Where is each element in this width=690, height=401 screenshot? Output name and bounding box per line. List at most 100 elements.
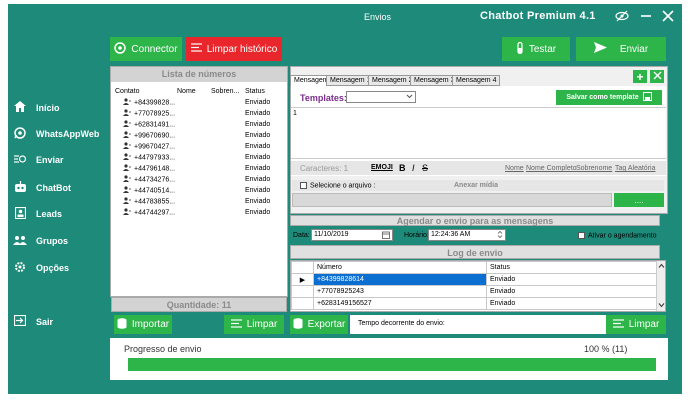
chevron-down-icon <box>406 92 413 102</box>
table-row[interactable]: ▶ +84399828614 Enviado <box>291 273 657 286</box>
link-tag-aleatoria[interactable]: Tag Aleatória <box>615 165 655 172</box>
user-icon <box>123 131 131 140</box>
log-scrollbar[interactable] <box>656 261 665 311</box>
progress-value: 100 % (11) <box>584 344 628 354</box>
clear-history-button[interactable]: Limpar histórico <box>186 37 282 61</box>
sidebar-item-inicio[interactable]: Início <box>8 97 108 119</box>
log-table[interactable]: Número Status ▶ +84399828614 Enviado +77078… <box>291 261 657 310</box>
user-icon <box>123 175 131 184</box>
whatsapp-icon <box>114 41 127 57</box>
list-item[interactable]: +77078925... Enviado <box>115 108 285 119</box>
table-header-row: Número Status <box>291 261 657 274</box>
minimize-icon[interactable] <box>640 10 652 24</box>
message-textarea[interactable]: 1 <box>291 107 666 159</box>
lines-icon <box>230 318 242 331</box>
attach-media-label: Anexar mídia <box>454 182 498 189</box>
list-item[interactable]: +44740514... Enviado <box>115 185 285 196</box>
tab-mensagem-4[interactable]: Mensagem 4 <box>452 75 501 86</box>
add-message-button[interactable]: + <box>633 69 647 84</box>
date-picker[interactable]: 11/10/2019 <box>311 229 393 241</box>
sidebar-item-label: Leads <box>36 209 63 219</box>
file-path-field[interactable] <box>292 193 612 207</box>
import-button[interactable]: Importar <box>114 315 172 334</box>
scroll-up-icon[interactable] <box>658 262 665 271</box>
char-count: Caracteres: 1 <box>300 164 349 173</box>
list-item[interactable]: +44783855... Enviado <box>115 196 285 207</box>
calendar-icon <box>382 231 390 241</box>
list-item[interactable]: +44734276... Enviado <box>115 174 285 185</box>
user-icon <box>123 98 131 107</box>
activate-schedule-checkbox[interactable]: Ativar o agendamento <box>578 232 657 239</box>
log-header: Log de envio <box>290 245 660 259</box>
number-list-header: Lista de números <box>111 67 287 82</box>
select-file-checkbox[interactable]: Selecione o arquivo : <box>300 182 375 189</box>
clear-numbers-button[interactable]: Limpar <box>224 315 284 334</box>
sidebar-item-opcoes[interactable]: Opções <box>8 257 108 279</box>
progress-panel: Progresso de envio 100 % (11) <box>110 338 668 380</box>
save-template-button[interactable]: Salvar como template <box>556 90 662 105</box>
sidebar-item-enviar[interactable]: Enviar <box>8 149 108 171</box>
number-table[interactable]: Contato Nome Sobren... Status +84399828.… <box>115 86 285 218</box>
time-label: Horário: <box>404 232 429 239</box>
send-button[interactable]: Enviar <box>576 37 666 61</box>
sidebar-item-label: Opções <box>36 263 70 273</box>
link-nome-completo[interactable]: Nome Completo <box>526 165 577 172</box>
sidebar-item-label: Sair <box>36 317 54 327</box>
sidebar-item-sair[interactable]: Sair <box>8 311 108 333</box>
italic-button[interactable]: I <box>412 163 415 173</box>
user-icon <box>123 153 131 162</box>
number-list-panel: Lista de números Contato Nome Sobren... … <box>110 66 288 297</box>
list-item[interactable]: +44797933... Enviado <box>115 152 285 163</box>
remove-message-button[interactable] <box>650 70 664 83</box>
whatsapp-icon <box>12 126 28 142</box>
user-icon <box>123 186 131 195</box>
sidebar-item-whatsappweb[interactable]: WhatsAppWeb <box>8 123 108 145</box>
sidebar-item-grupos[interactable]: Grupos <box>8 230 108 252</box>
clear-log-button[interactable]: Limpar <box>606 315 666 334</box>
table-row[interactable]: +77078925243 Enviado <box>291 285 657 298</box>
database-icon <box>117 317 127 332</box>
sidebar-item-label: Enviar <box>36 155 64 165</box>
sidebar-item-leads[interactable]: Leads <box>8 203 108 225</box>
link-nome[interactable]: Nome <box>505 165 524 172</box>
list-item[interactable]: +62831491... Enviado <box>115 119 285 130</box>
browse-button[interactable]: .... <box>614 193 664 207</box>
sidebar-item-label: Grupos <box>36 236 69 246</box>
test-button[interactable]: Testar <box>502 37 570 61</box>
test-tube-icon <box>516 41 524 57</box>
quantity-label: Quantidade: 11 <box>111 297 287 312</box>
list-item[interactable]: +44796148... Enviado <box>115 163 285 174</box>
bold-button[interactable]: B <box>399 163 406 173</box>
table-row[interactable]: +6283149156527 Enviado <box>291 297 657 310</box>
strike-button[interactable]: S <box>422 163 428 173</box>
link-sobrenome[interactable]: Sobrenome <box>576 165 612 172</box>
plus-icon: + <box>636 69 644 84</box>
row-pointer-icon: ▶ <box>299 276 306 284</box>
scroll-down-icon[interactable] <box>658 301 665 310</box>
list-item[interactable]: +99670690... Enviado <box>115 130 285 141</box>
user-icon <box>123 197 131 206</box>
close-icon <box>653 71 662 83</box>
connect-button[interactable]: Connector <box>110 37 182 61</box>
emoji-button[interactable]: EMOJI <box>371 164 393 171</box>
sidebar-item-chatbot[interactable]: ChatBot <box>8 177 108 199</box>
eye-icon[interactable] <box>615 10 629 24</box>
eraser-icon <box>190 43 202 55</box>
export-button[interactable]: Exportar <box>290 315 348 334</box>
time-picker[interactable]: 12:24:36 AM <box>428 229 506 241</box>
brand-label: Chatbot Premium 4.1 <box>480 10 596 22</box>
window-title: Envios <box>364 12 392 22</box>
templates-select[interactable] <box>346 91 416 103</box>
sidebar-item-label: WhatsAppWeb <box>36 129 100 139</box>
list-item[interactable]: +44744297... Enviado <box>115 207 285 218</box>
list-item[interactable]: +84399828... Enviado <box>115 97 285 108</box>
list-item[interactable]: +99670427... Enviado <box>115 141 285 152</box>
close-icon[interactable] <box>662 10 674 24</box>
exit-icon <box>12 314 28 329</box>
gear-icon <box>12 261 28 276</box>
user-icon <box>123 164 131 173</box>
send-icon <box>12 154 28 167</box>
progress-label: Progresso de envio <box>124 344 202 354</box>
log-grid-panel: Número Status ▶ +84399828614 Enviado +77078… <box>290 260 666 312</box>
checkbox-box <box>578 232 585 239</box>
